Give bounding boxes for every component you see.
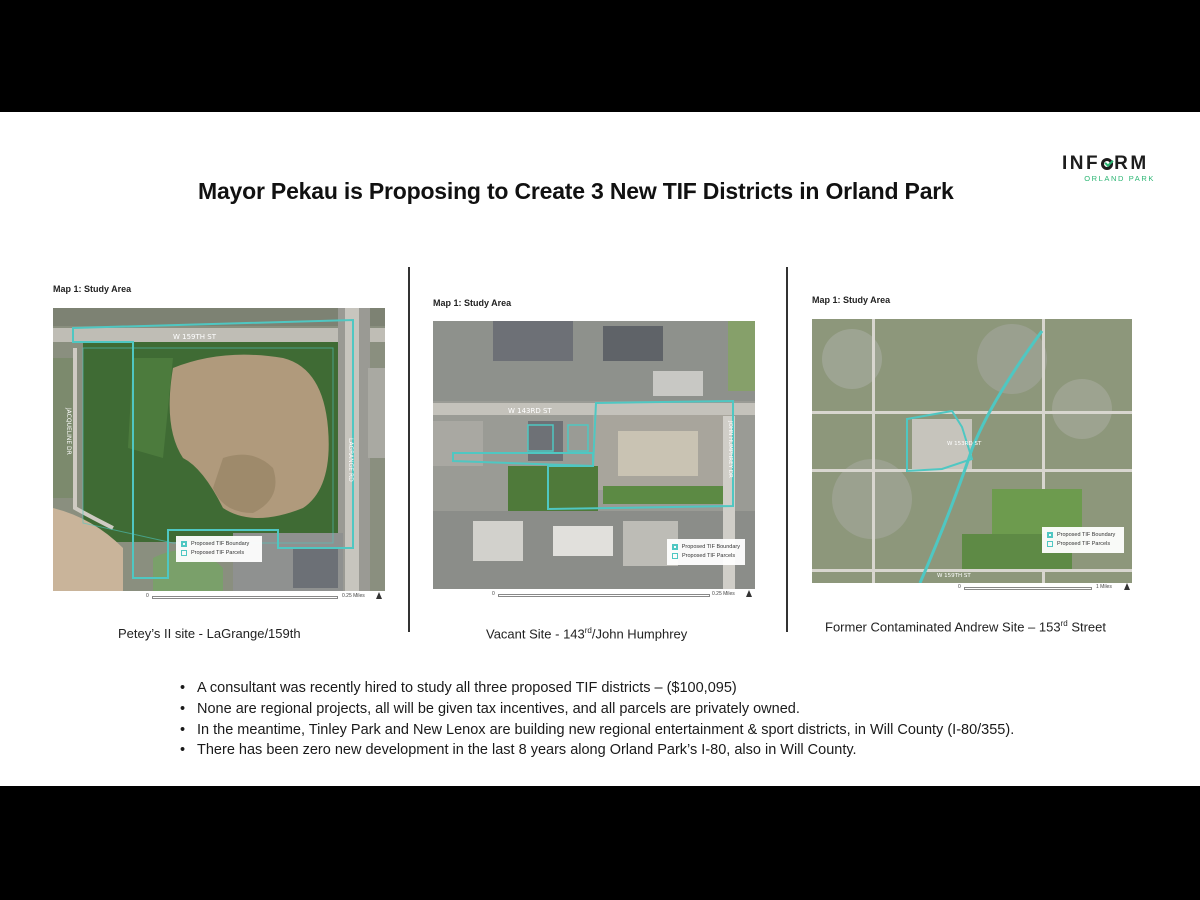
map-1-label: Map 1: Study Area [53,284,132,294]
map-1-caption: Petey’s II site - LaGrange/159th [118,626,301,641]
legend-row-boundary: Proposed TIF Boundary [181,539,257,548]
map-2-aerial-image: W 143RD ST JOHN HUMPHREY DR Proposed TIF… [433,321,755,589]
logo-letters-rm: RM [1114,153,1149,174]
bullet-list: A consultant was recently hired to study… [178,678,1014,761]
legend-row-boundary: Proposed TIF Boundary [1047,530,1119,539]
logo-letters-inf: INF [1062,153,1101,174]
parcels-swatch-icon [1047,540,1053,547]
map-3-caption-superscript: rd [1060,619,1068,628]
map-1-aerial-image: W 159TH ST LAGRANGE RD JACQUELINE DR Pro… [53,308,385,591]
map-1-scale-start: 0 [146,593,149,599]
logo-subtitle: ORLAND PARK [1084,174,1155,183]
map-2-scalebar: 0 0.25 Miles [492,590,756,601]
bullet-item: None are regional projects, all will be … [178,699,1014,720]
map-1-north-arrow-icon [376,592,382,599]
boundary-swatch-icon [672,543,678,550]
slide-title: Mayor Pekau is Proposing to Create 3 New… [198,178,954,204]
map-3-street-153rd: W 153RD ST [947,441,982,447]
map-2-caption-text: Vacant Site - 143 [486,626,585,642]
map-3-north-arrow-icon [1124,583,1130,590]
bullet-item: A consultant was recently hired to study… [178,678,1014,699]
boundary-swatch-icon [181,540,187,547]
legend-parcels-label: Proposed TIF Parcels [1057,540,1111,547]
map-1-street-lagrange: LAGRANGE RD [347,438,354,482]
map-1-street-159th: W 159TH ST [173,333,217,341]
map-2-scale-start: 0 [492,591,495,597]
map-3-street-159th: W 159TH ST [937,573,971,579]
legend-boundary-label: Proposed TIF Boundary [191,540,250,547]
map-2-caption-superscript: rd [584,626,592,635]
map-2-legend: Proposed TIF Boundary Proposed TIF Parce… [667,539,745,565]
map-2-caption: Vacant Site - 143rd/John Humphrey [486,626,687,641]
inform-orland-park-logo: INF RM ORLAND PARK [1062,154,1158,184]
legend-row-parcels: Proposed TIF Parcels [1047,539,1119,548]
map-3-scale-start: 0 [958,584,961,590]
map-2-scale-end: 0.25 Miles [712,591,735,597]
map-3-aerial-image: W 153RD ST W 159TH ST Proposed TIF Bound… [812,319,1132,583]
map-3-caption-text-end: Street [1067,619,1106,635]
legend-row-boundary: Proposed TIF Boundary [672,542,740,551]
legend-row-parcels: Proposed TIF Parcels [672,551,740,560]
legend-boundary-label: Proposed TIF Boundary [681,543,740,550]
map-1-scalebar: 0 0.25 Miles [146,592,386,603]
logo-check-circle-icon [1101,158,1114,170]
logo-wordmark: INF RM [1062,154,1158,174]
parcels-swatch-icon [672,552,678,559]
column-divider-right [786,267,788,632]
map-2-caption-text-end: /John Humphrey [591,626,688,642]
map-3-caption: Former Contaminated Andrew Site – 153rd … [825,619,1106,634]
map-3-scale-end: 1 Miles [1096,584,1112,590]
map-2-scale-bar [498,594,710,597]
map-3-scale-bar [964,587,1092,590]
map-1-scale-end: 0.25 Miles [342,593,365,599]
map-2-label: Map 1: Study Area [433,298,512,308]
map-2-street-143rd: W 143RD ST [508,407,552,415]
map-3-legend: Proposed TIF Boundary Proposed TIF Parce… [1042,527,1124,553]
legend-parcels-label: Proposed TIF Parcels [191,549,245,556]
legend-boundary-label: Proposed TIF Boundary [1057,531,1116,538]
bullet-item: There has been zero new development in t… [178,740,1014,761]
map-2-north-arrow-icon [746,590,752,597]
map-3-label: Map 1: Study Area [812,295,891,305]
legend-row-parcels: Proposed TIF Parcels [181,548,257,557]
presentation-slide: Mayor Pekau is Proposing to Create 3 New… [0,112,1200,786]
legend-parcels-label: Proposed TIF Parcels [682,552,736,559]
map-1-legend: Proposed TIF Boundary Proposed TIF Parce… [176,536,262,562]
boundary-swatch-icon [1047,531,1053,538]
map-3-scalebar: 0 1 Miles [958,583,1134,594]
map-1-street-jacqueline: JACQUELINE DR [65,407,72,455]
map-2-street-john-humphrey: JOHN HUMPHREY DR [727,420,733,478]
column-divider-left [408,267,410,632]
bullet-item: In the meantime, Tinley Park and New Len… [178,720,1014,741]
map-3-caption-text: Former Contaminated Andrew Site – 153 [825,619,1061,635]
parcels-swatch-icon [181,549,187,556]
map-1-scale-bar [152,596,338,599]
